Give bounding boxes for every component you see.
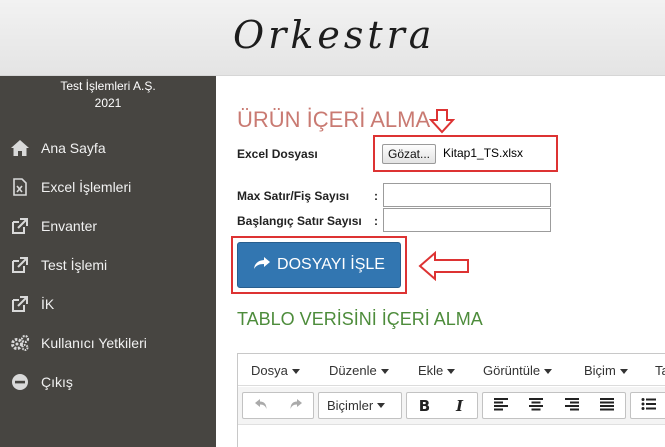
browse-button[interactable]: Gözat... (382, 144, 437, 164)
sidebar-item-excel-islemleri[interactable]: Excel İşlemleri (0, 170, 216, 204)
brand-logo: Orkestra (233, 13, 436, 57)
sidebar-item-cikis[interactable]: Çıkış (0, 365, 216, 399)
main-content: ÜRÜN İÇERİ ALMA Excel Dosyası Gözat... K… (216, 76, 665, 447)
home-icon (10, 139, 30, 157)
sidebar: Test İşlemleri A.Ş. 2021 Ana Sayfa Excel… (0, 76, 216, 447)
external-link-icon (10, 256, 30, 274)
start-row-input[interactable] (383, 208, 551, 232)
undo-button[interactable] (243, 393, 278, 418)
excel-file-label: Excel Dosyası (237, 147, 318, 161)
sidebar-item-label: Ana Sayfa (41, 140, 106, 156)
page-title: ÜRÜN İÇERİ ALMA (237, 107, 431, 132)
sidebar-item-envanter[interactable]: Envanter (0, 209, 216, 243)
sidebar-item-test-islemi[interactable]: Test İşlemi (0, 248, 216, 282)
max-rows-label: Max Satır/Fiş Sayısı (237, 189, 350, 203)
editor-toolbar: Biçimler B I (238, 387, 665, 425)
sidebar-item-label: İK (41, 296, 55, 312)
bullet-list-icon (641, 396, 657, 415)
sidebar-item-label: Test İşlemi (41, 257, 108, 273)
menu-ekle[interactable]: Ekle (418, 363, 456, 378)
caret-down-icon (544, 369, 553, 375)
company-name: Test İşlemleri A.Ş. (60, 79, 156, 93)
align-left-icon (493, 396, 509, 415)
gears-icon (10, 334, 30, 352)
align-justify-button[interactable] (590, 393, 626, 418)
start-row-label: Başlangıç Satır Sayısı (237, 214, 362, 228)
align-right-icon (564, 396, 580, 415)
menu-tablo[interactable]: Ta (655, 363, 665, 378)
align-justify-icon (599, 396, 615, 415)
sidebar-item-ana-sayfa[interactable]: Ana Sayfa (0, 131, 216, 165)
menu-goruntule[interactable]: Görüntüle (483, 363, 553, 378)
file-input-highlight: Gözat... Kitap1_TS.xlsx (373, 135, 558, 172)
alignment-group (482, 392, 626, 419)
minus-circle-icon (10, 373, 30, 391)
menu-bicim[interactable]: Biçim (584, 363, 628, 378)
align-center-button[interactable] (519, 393, 555, 418)
align-left-button[interactable] (483, 393, 519, 418)
align-right-button[interactable] (554, 393, 590, 418)
arrow-left-icon (418, 250, 470, 285)
max-rows-colon: : (374, 189, 378, 203)
text-style-group: B I (406, 392, 478, 419)
bold-button[interactable]: B (407, 393, 442, 418)
share-arrow-icon (253, 256, 271, 275)
sidebar-item-label: Envanter (41, 218, 98, 234)
external-link-icon (10, 217, 30, 235)
sidebar-item-label: Kullanıcı Yetkileri (41, 335, 147, 351)
menu-dosya[interactable]: Dosya (251, 363, 300, 378)
bold-icon: B (418, 396, 431, 415)
max-rows-input[interactable] (383, 183, 551, 207)
sidebar-item-label: Çıkış (41, 374, 73, 390)
process-file-button[interactable]: DOSYAYI İŞLE (237, 242, 401, 288)
undo-icon (254, 396, 268, 415)
editor-menubar: Dosya Düzenle Ekle Görüntüle Biçim Ta (238, 354, 665, 386)
italic-icon: I (455, 396, 464, 415)
caret-down-icon (377, 403, 386, 408)
format-select[interactable]: Biçimler (318, 392, 402, 419)
start-row-colon: : (374, 214, 378, 228)
company-year: 2021 (94, 96, 122, 110)
redo-icon (289, 396, 303, 415)
excel-file-icon (10, 178, 30, 196)
align-center-icon (528, 396, 544, 415)
sidebar-item-kullanici-yetkileri[interactable]: Kullanıcı Yetkileri (0, 326, 216, 360)
italic-button[interactable]: I (442, 393, 477, 418)
rich-text-editor: Dosya Düzenle Ekle Görüntüle Biçim Ta (237, 353, 665, 447)
sidebar-item-ik[interactable]: İK (0, 287, 216, 321)
caret-down-icon (380, 369, 389, 375)
sidebar-item-label: Excel İşlemleri (41, 179, 132, 195)
arrow-down-icon (428, 108, 456, 138)
list-group (630, 392, 665, 419)
external-link-icon (10, 295, 30, 313)
table-import-title: TABLO VERİSİNİ İÇERİ ALMA (237, 309, 483, 329)
redo-button[interactable] (278, 393, 313, 418)
caret-down-icon (619, 369, 628, 375)
process-button-highlight: DOSYAYI İŞLE (231, 236, 407, 294)
format-select-label: Biçimler (327, 398, 374, 413)
caret-down-icon (447, 369, 456, 375)
history-group (242, 392, 314, 419)
selected-file-name: Kitap1_TS.xlsx (443, 146, 524, 160)
menu-duzenle[interactable]: Düzenle (329, 363, 389, 378)
bullet-list-button[interactable] (631, 393, 665, 418)
top-header: Orkestra (0, 0, 665, 76)
caret-down-icon (291, 369, 300, 375)
process-button-label: DOSYAYI İŞLE (277, 256, 385, 273)
